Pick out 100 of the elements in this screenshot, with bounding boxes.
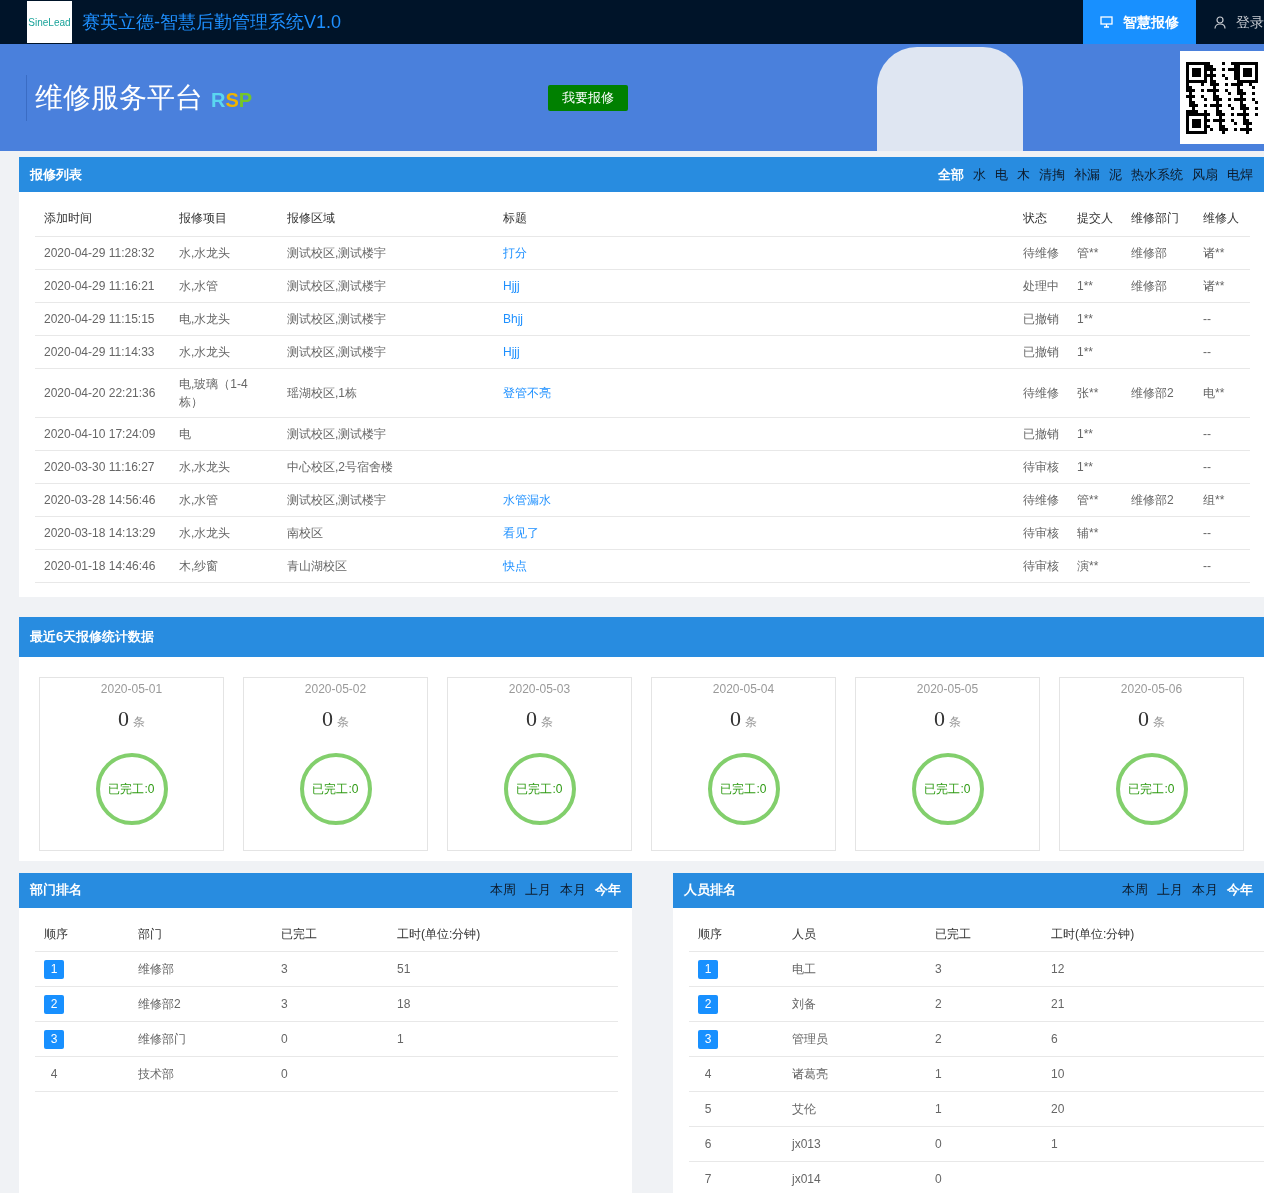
filter-tab[interactable]: 今年 xyxy=(1227,880,1253,900)
report-repair-button[interactable]: 我要报修 xyxy=(548,84,629,111)
table-cell: 12 xyxy=(1051,962,1065,976)
count-unit: 条 xyxy=(949,713,961,731)
filter-tab[interactable]: 上月 xyxy=(525,880,551,900)
column-header: 已完工 xyxy=(281,927,317,942)
table-cell-text: 水,水龙头 xyxy=(179,343,232,361)
date-label: 2020-05-05 xyxy=(916,680,979,698)
filter-tab[interactable]: 清掏 xyxy=(1039,164,1065,185)
user-icon xyxy=(1214,15,1226,29)
filter-tab[interactable]: 风扇 xyxy=(1192,164,1218,185)
title-link[interactable]: Hjjj xyxy=(503,278,520,293)
table-cell: 测试校区,测试楼宇 xyxy=(287,492,387,507)
table-cell: 待审核 xyxy=(1023,558,1059,573)
filter-tab[interactable]: 电焊 xyxy=(1227,164,1253,185)
nav-tab[interactable]: 登录 xyxy=(1196,0,1264,44)
table-cell: 南校区 xyxy=(287,525,323,540)
table-cell: 3 xyxy=(281,962,288,976)
filter-tab[interactable]: 木 xyxy=(1017,164,1030,185)
column-header: 人员 xyxy=(792,927,816,942)
table-cell: 0 xyxy=(935,1137,942,1151)
table-cell: 测试校区,测试楼宇 xyxy=(287,245,387,260)
completed-ring: 已完工:0 xyxy=(95,752,168,825)
table-cell: 辅** xyxy=(1077,525,1099,540)
count-value: 0 xyxy=(730,704,741,733)
filter-tab[interactable]: 上月 xyxy=(1157,880,1183,900)
table-cell: 1 xyxy=(935,1102,942,1116)
rank-number: 1 xyxy=(44,959,64,979)
table-cell: 2020-04-29 11:28:32 xyxy=(44,245,155,260)
table-cell: 待维修 xyxy=(1023,492,1059,507)
rank-number: 2 xyxy=(698,994,718,1014)
title-link[interactable]: 打分 xyxy=(503,245,527,260)
table-cell: 测试校区,测试楼宇 xyxy=(287,311,387,326)
table-cell: 测试校区,测试楼宇 xyxy=(287,278,387,293)
title-link[interactable]: 登管不亮 xyxy=(503,385,551,400)
table-cell: -- xyxy=(1203,459,1211,474)
column-header: 维修人 xyxy=(1203,211,1239,226)
table-cell-text: 水,水龙头 xyxy=(179,524,232,542)
table-cell: 2 xyxy=(935,997,942,1011)
filter-tab[interactable]: 热水系统 xyxy=(1131,164,1183,185)
filter-tab[interactable]: 电 xyxy=(995,164,1008,185)
table-cell: 3 xyxy=(935,962,942,976)
table-cell: 瑶湖校区,1栋 xyxy=(287,385,357,400)
rank-number: 1 xyxy=(698,959,718,979)
count-value: 0 xyxy=(526,704,537,733)
panel-title: 最近6天报修统计数据 xyxy=(30,627,155,646)
date-label: 2020-05-03 xyxy=(508,680,571,698)
title-link[interactable]: Bhjj xyxy=(503,311,523,326)
column-header: 维修部门 xyxy=(1131,211,1179,226)
filter-tab[interactable]: 本周 xyxy=(1122,880,1148,900)
table-cell: 维修部门 xyxy=(138,1032,186,1046)
column-header: 部门 xyxy=(138,927,162,942)
filter-tab[interactable]: 泥 xyxy=(1109,164,1122,185)
column-header: 顺序 xyxy=(698,927,722,942)
table-cell: 电工 xyxy=(792,962,816,976)
table-cell: 已撤销 xyxy=(1023,344,1059,359)
filter-tab[interactable]: 全部 xyxy=(938,164,964,185)
rank-number: 3 xyxy=(44,1029,64,1049)
table-cell: 待审核 xyxy=(1023,459,1059,474)
panel-title: 人员排名 xyxy=(684,881,736,900)
table-cell-text: 电 xyxy=(179,425,192,443)
column-header: 报修区域 xyxy=(287,211,335,226)
filter-tab[interactable]: 本月 xyxy=(1192,880,1218,900)
table-cell: 测试校区,测试楼宇 xyxy=(287,344,387,359)
title-link[interactable]: Hjjj xyxy=(503,344,520,359)
table-cell: 18 xyxy=(397,997,411,1011)
title-link[interactable]: 看见了 xyxy=(503,525,539,540)
table-cell: 0 xyxy=(281,1032,288,1046)
banner-title: 维修服务平台 xyxy=(35,80,203,115)
filter-tab[interactable]: 今年 xyxy=(595,880,621,900)
count-value: 0 xyxy=(934,704,945,733)
table-cell: 2020-03-18 14:13:29 xyxy=(44,525,156,540)
title-link[interactable]: 水管漏水 xyxy=(503,492,551,507)
table-cell: 电** xyxy=(1203,385,1225,400)
table-cell: 10 xyxy=(1051,1067,1065,1081)
table-cell: 1** xyxy=(1077,344,1093,359)
filter-tab[interactable]: 本月 xyxy=(560,880,586,900)
title-link[interactable]: 快点 xyxy=(503,558,527,573)
table-cell: 1** xyxy=(1077,426,1093,441)
rank-number: 2 xyxy=(44,994,64,1014)
table-cell: 1** xyxy=(1077,311,1093,326)
table-cell: 诸葛亮 xyxy=(792,1067,828,1081)
count-value: 0 xyxy=(118,704,129,733)
table-cell: -- xyxy=(1203,344,1211,359)
table-cell: 管** xyxy=(1077,492,1099,507)
filter-tab[interactable]: 补漏 xyxy=(1074,164,1100,185)
monitor-icon xyxy=(1100,16,1113,28)
column-header: 工时(单位:分钟) xyxy=(1051,927,1135,942)
table-cell: 2020-04-29 11:15:15 xyxy=(44,311,155,326)
completed-ring: 已完工:0 xyxy=(1115,752,1188,825)
filter-tab[interactable]: 本周 xyxy=(490,880,516,900)
column-header: 标题 xyxy=(503,211,527,226)
table-cell: 20 xyxy=(1051,1102,1065,1116)
filter-tab[interactable]: 水 xyxy=(973,164,986,185)
nav-tab[interactable]: 智慧报修 xyxy=(1083,0,1196,44)
column-header: 提交人 xyxy=(1077,211,1113,226)
table-cell: 3 xyxy=(281,997,288,1011)
column-header: 状态 xyxy=(1023,211,1047,226)
table-cell-text: 电,玻璃（1-4栋） xyxy=(179,375,249,411)
table-cell-text: 电,水龙头 xyxy=(179,310,232,328)
